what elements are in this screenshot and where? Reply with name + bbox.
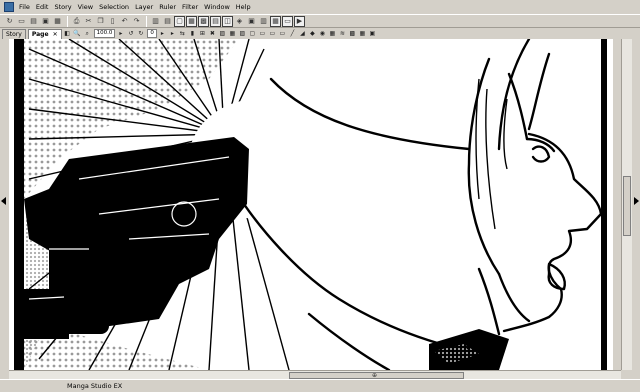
zoom-field[interactable]: 100.0 bbox=[93, 29, 116, 38]
save-icon[interactable]: ▣ bbox=[40, 16, 51, 27]
status-app-name: Manga Studio EX bbox=[67, 382, 123, 390]
options-icon[interactable]: ▦ bbox=[358, 29, 367, 38]
copy-icon[interactable]: ❐ bbox=[95, 16, 106, 27]
pen-icon[interactable]: ▦ bbox=[228, 29, 237, 38]
ruler-icon[interactable]: ╱ bbox=[288, 29, 297, 38]
zoom-out-icon[interactable]: ⌕ bbox=[83, 29, 92, 38]
manga-studio-window: File Edit Story View Selection Layer Rul… bbox=[0, 0, 640, 392]
menu-bar: File Edit Story View Selection Layer Rul… bbox=[0, 0, 640, 14]
play-icon[interactable]: ▶ bbox=[294, 15, 305, 27]
print-icon[interactable]: ⎙ bbox=[71, 16, 82, 27]
new-file-icon[interactable]: ↻ bbox=[4, 16, 15, 27]
menu-view[interactable]: View bbox=[75, 0, 96, 14]
vertical-scroll-thumb[interactable] bbox=[623, 176, 631, 236]
stamp-icon[interactable]: ▨ bbox=[218, 29, 227, 38]
menu-file[interactable]: File bbox=[16, 0, 33, 14]
print-preview-icon[interactable]: ▥ bbox=[150, 16, 161, 27]
menu-help[interactable]: Help bbox=[233, 0, 254, 14]
panel-border-left bbox=[14, 39, 24, 370]
tone-icon[interactable]: ▭ bbox=[278, 29, 287, 38]
grid-icon[interactable]: ▩ bbox=[198, 15, 209, 27]
panel-border-right bbox=[601, 39, 607, 370]
extra-icon[interactable]: ▣ bbox=[368, 29, 377, 38]
menu-selection[interactable]: Selection bbox=[96, 0, 132, 14]
layer-icon[interactable]: ✖ bbox=[208, 29, 217, 38]
forward-icon[interactable]: ▸ bbox=[158, 29, 167, 38]
open-folder-icon[interactable]: ▭ bbox=[16, 16, 27, 27]
spread-icon[interactable]: ▦ bbox=[186, 15, 197, 27]
eraser-icon[interactable]: ▭ bbox=[258, 29, 267, 38]
menu-ruler[interactable]: Ruler bbox=[156, 0, 179, 14]
tab-page[interactable]: Page ✕ bbox=[27, 28, 62, 39]
menu-edit[interactable]: Edit bbox=[33, 0, 52, 14]
app-icon[interactable] bbox=[4, 2, 14, 12]
brush-icon[interactable]: ▨ bbox=[238, 29, 247, 38]
redo-icon[interactable]: ↷ bbox=[131, 16, 142, 27]
frame-icon[interactable]: ◉ bbox=[318, 29, 327, 38]
cut-icon[interactable]: ✂ bbox=[83, 16, 94, 27]
ruler-icon[interactable]: ▤ bbox=[210, 15, 221, 27]
page-prev-icon[interactable]: ◧ bbox=[63, 29, 72, 38]
swatch-icon[interactable]: ▩ bbox=[348, 29, 357, 38]
paste-icon[interactable]: ▯ bbox=[107, 16, 118, 27]
page-toolbar: Story Page ✕ ◧ 🔍 ⌕ 100.0 ▸ ↺ ↻ 0 ▸ ▸ ⇆ ▮… bbox=[0, 28, 640, 39]
palette-icon[interactable]: ≋ bbox=[338, 29, 347, 38]
fill-icon[interactable]: ▢ bbox=[248, 29, 257, 38]
menu-layer[interactable]: Layer bbox=[132, 0, 156, 14]
toolbar-divider bbox=[67, 15, 68, 27]
transform-icon[interactable]: ▮ bbox=[188, 29, 197, 38]
frame-icon[interactable]: ▣ bbox=[246, 16, 257, 27]
open-story-icon[interactable]: ▤ bbox=[28, 16, 39, 27]
fit-page-icon[interactable]: ▸ bbox=[116, 29, 125, 38]
toolbar-divider bbox=[146, 15, 147, 27]
right-panel-toggle[interactable] bbox=[632, 39, 640, 370]
menu-filter[interactable]: Filter bbox=[179, 0, 201, 14]
text-icon[interactable]: ◢ bbox=[298, 29, 307, 38]
rotate-left-icon[interactable]: ↺ bbox=[126, 29, 135, 38]
menu-story[interactable]: Story bbox=[51, 0, 74, 14]
arrow-right-icon[interactable] bbox=[634, 197, 639, 205]
close-icon[interactable]: ✕ bbox=[53, 31, 58, 38]
scroll-grip-icon: ⊕ bbox=[372, 372, 378, 379]
rotate-right-icon[interactable]: ↻ bbox=[136, 29, 145, 38]
gradient-icon[interactable]: ▭ bbox=[268, 29, 277, 38]
tab-page-label: Page bbox=[31, 30, 49, 38]
render-icon[interactable]: ▦ bbox=[270, 15, 281, 27]
workspace bbox=[0, 39, 640, 370]
horizontal-scrollbar[interactable]: ⊕ bbox=[9, 370, 621, 379]
main-toolbar: ↻ ▭ ▤ ▣ ▦ ⎙ ✂ ❐ ▯ ↶ ↷ ▥ ▤ ▢ ▦ ▩ ▤ ◫ ◈ ▣ … bbox=[0, 14, 640, 28]
left-panel-toggle[interactable] bbox=[0, 39, 9, 370]
view-mode-icon[interactable]: ▤ bbox=[162, 16, 173, 27]
manga-canvas[interactable] bbox=[9, 39, 613, 370]
rotation-field[interactable]: 0 bbox=[147, 29, 157, 38]
save-as-icon[interactable]: ▦ bbox=[52, 16, 63, 27]
grid-icon[interactable]: ⊞ bbox=[198, 29, 207, 38]
zoom-in-icon[interactable]: 🔍 bbox=[73, 29, 82, 38]
vertical-scrollbar[interactable] bbox=[621, 39, 632, 370]
layer-icon[interactable]: ◈ bbox=[234, 16, 245, 27]
arrow-left-icon[interactable] bbox=[1, 197, 6, 205]
balloon-icon[interactable]: ◆ bbox=[308, 29, 317, 38]
screen-icon[interactable]: ▭ bbox=[282, 15, 293, 27]
selection-icon[interactable]: ⇆ bbox=[178, 29, 187, 38]
settings-icon[interactable]: ▦ bbox=[328, 29, 337, 38]
status-bar: Manga Studio EX bbox=[0, 379, 640, 392]
manga-artwork bbox=[9, 39, 613, 370]
tone-icon[interactable]: ▥ bbox=[258, 16, 269, 27]
page-layout-icon[interactable]: ▢ bbox=[174, 15, 185, 27]
back-icon[interactable]: ▸ bbox=[168, 29, 177, 38]
undo-icon[interactable]: ↶ bbox=[119, 16, 130, 27]
tab-story[interactable]: Story bbox=[2, 28, 26, 39]
perspective-icon[interactable]: ◫ bbox=[222, 15, 233, 27]
menu-window[interactable]: Window bbox=[201, 0, 233, 14]
